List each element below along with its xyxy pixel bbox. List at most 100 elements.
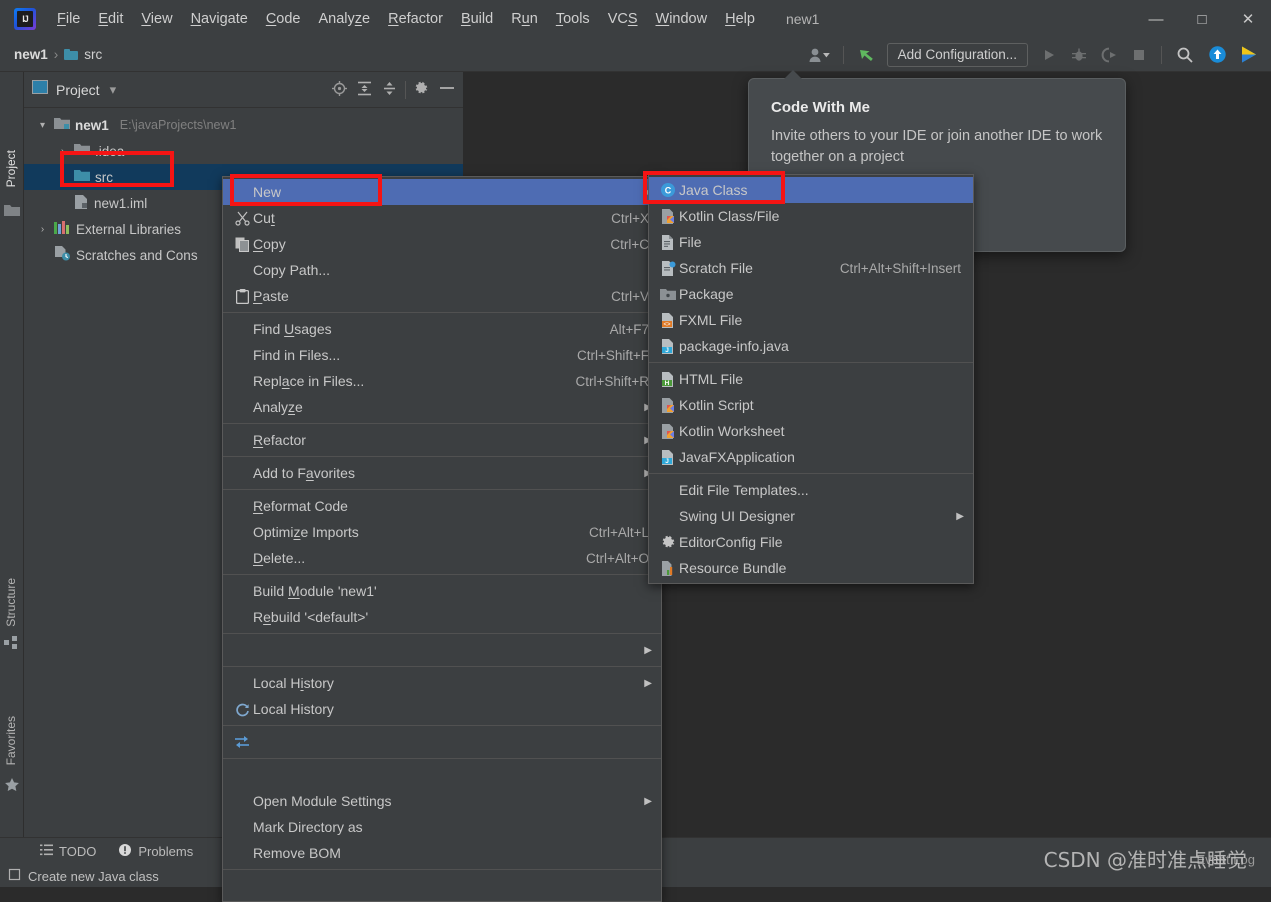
menu-item-delete[interactable]: Delete... Ctrl+Alt+O bbox=[223, 545, 661, 571]
menu-item-new[interactable]: New ▶ bbox=[223, 179, 661, 205]
menu-item-replace-in-files[interactable]: Replace in Files... Ctrl+Shift+R bbox=[223, 368, 661, 394]
gear-icon bbox=[657, 535, 679, 550]
menu-item-copy[interactable]: Copy Ctrl+C bbox=[223, 231, 661, 257]
submenu-item-kotlin-class-file[interactable]: Kotlin Class/File bbox=[649, 203, 973, 229]
menu-item-reformat-code[interactable]: Reformat Code bbox=[223, 493, 661, 519]
menu-item-build-module[interactable]: Build Module 'new1' bbox=[223, 578, 661, 604]
breadcrumb-project[interactable]: new1 bbox=[14, 47, 48, 62]
submenu-item-file[interactable]: File bbox=[649, 229, 973, 255]
debug-icon[interactable] bbox=[1064, 42, 1094, 68]
menu-edit[interactable]: Edit bbox=[89, 8, 132, 30]
menu-item-analyze[interactable]: Analyze ▶ bbox=[223, 394, 661, 420]
breadcrumb-src[interactable]: src bbox=[84, 47, 102, 62]
menu-item-optimize-imports[interactable]: Optimize Imports Ctrl+Alt+L bbox=[223, 519, 661, 545]
collapse-all-icon[interactable] bbox=[382, 81, 397, 99]
chevron-down-icon[interactable]: ▾ bbox=[36, 120, 49, 131]
menu-build[interactable]: Build bbox=[452, 8, 502, 30]
menu-refactor[interactable]: Refactor bbox=[379, 8, 452, 30]
kotlin-file-icon bbox=[657, 208, 679, 224]
add-configuration-button[interactable]: Add Configuration... bbox=[886, 42, 1028, 67]
submenu-item-kotlin-script[interactable]: Kotlin Script bbox=[649, 392, 973, 418]
submenu-item-resource-bundle[interactable]: Resource Bundle bbox=[649, 555, 973, 581]
status-tab-problems[interactable]: Problems bbox=[118, 843, 193, 860]
run-icon[interactable] bbox=[1034, 42, 1064, 68]
menu-run[interactable]: Run bbox=[502, 8, 547, 30]
search-icon[interactable] bbox=[1169, 42, 1201, 68]
settings-gear-icon[interactable] bbox=[414, 81, 429, 99]
menu-file[interactable]: File bbox=[48, 8, 89, 30]
iml-file-icon bbox=[74, 194, 89, 212]
submenu-arrow-icon-open-in: ▶ bbox=[644, 644, 652, 656]
chevron-right-icon[interactable]: › bbox=[56, 146, 69, 157]
chevron-down-icon[interactable]: ▾ bbox=[110, 82, 117, 98]
tool-window-tab-favorites[interactable]: Favorites bbox=[4, 716, 18, 765]
menu-tools[interactable]: Tools bbox=[547, 8, 599, 30]
project-folder-icon bbox=[4, 204, 20, 220]
scratch-file-icon bbox=[657, 260, 679, 276]
updates-arrow-icon[interactable] bbox=[851, 42, 881, 68]
menu-item-copy-path[interactable]: Copy Path... bbox=[223, 257, 661, 283]
stop-icon[interactable] bbox=[1124, 42, 1154, 68]
menu-navigate[interactable]: Navigate bbox=[182, 8, 257, 30]
submenu-item-editorconfig-file[interactable]: EditorConfig File bbox=[649, 529, 973, 555]
menu-item-open-module-settings[interactable] bbox=[223, 762, 661, 788]
menu-item-add-bom[interactable]: Remove BOM bbox=[223, 840, 661, 866]
menu-item-compare-with[interactable] bbox=[223, 729, 661, 755]
locate-icon[interactable] bbox=[332, 80, 347, 99]
submenu-item-package[interactable]: Package bbox=[649, 281, 973, 307]
menu-separator-7 bbox=[223, 666, 661, 667]
submenu-item-swing-ui-designer[interactable]: Swing UI Designer ▶ bbox=[649, 503, 973, 529]
menu-item-local-history[interactable]: Local History ▶ bbox=[223, 670, 661, 696]
close-button[interactable]: ✕ bbox=[1225, 0, 1271, 38]
menu-item-refactor[interactable]: Refactor ▶ bbox=[223, 427, 661, 453]
submenu-item-html-file[interactable]: H HTML File bbox=[649, 366, 973, 392]
submenu-item-scratch-file[interactable]: Scratch File Ctrl+Alt+Shift+Insert bbox=[649, 255, 973, 281]
menu-item-find-usages[interactable]: Find Usages Alt+F7 bbox=[223, 316, 661, 342]
minimize-button[interactable]: — bbox=[1133, 0, 1179, 38]
menu-item-convert-java-to-kotlin[interactable] bbox=[223, 873, 661, 899]
svg-text:<>: <> bbox=[663, 322, 671, 328]
menu-vcs[interactable]: VCS bbox=[599, 8, 647, 30]
menu-analyze[interactable]: Analyze bbox=[310, 8, 380, 30]
ide-features-trainer-icon[interactable] bbox=[1233, 42, 1265, 68]
expand-all-icon[interactable] bbox=[357, 81, 372, 99]
maximize-button[interactable]: □ bbox=[1179, 0, 1225, 38]
chevron-right-icon-2[interactable]: › bbox=[36, 224, 49, 235]
menu-item-reload-from-disk[interactable]: Local History bbox=[223, 696, 661, 722]
tool-window-tab-structure[interactable]: Structure bbox=[4, 578, 18, 627]
kotlin-worksheet-icon bbox=[657, 423, 679, 439]
code-with-me-description: Invite others to your IDE or join anothe… bbox=[771, 128, 1103, 166]
code-with-me-icon[interactable] bbox=[802, 42, 836, 68]
menu-view[interactable]: View bbox=[132, 8, 181, 30]
tree-row-new1[interactable]: ▾ new1 E:\javaProjects\new1 bbox=[24, 112, 463, 138]
menu-item-mark-directory-as[interactable]: Open Module Settings ▶ bbox=[223, 788, 661, 814]
folder-icon bbox=[64, 49, 79, 60]
menu-item-add-to-favorites[interactable]: Add to Favorites ▶ bbox=[223, 460, 661, 486]
update-project-icon[interactable] bbox=[1201, 42, 1233, 68]
menu-item-open-in[interactable]: ▶ bbox=[223, 637, 661, 663]
menu-item-cut-label: Cut bbox=[253, 210, 275, 226]
status-tab-todo[interactable]: TODO bbox=[40, 844, 96, 859]
submenu-item-fxml-file[interactable]: <> FXML File bbox=[649, 307, 973, 333]
submenu-item-kotlin-worksheet[interactable]: Kotlin Worksheet bbox=[649, 418, 973, 444]
package-icon bbox=[657, 288, 679, 301]
tool-window-tab-project[interactable]: Project bbox=[4, 150, 18, 187]
run-with-coverage-icon[interactable] bbox=[1094, 42, 1124, 68]
svg-text:J: J bbox=[665, 347, 669, 354]
menu-item-new-label: New bbox=[253, 184, 282, 200]
submenu-item-package-info[interactable]: J package-info.java bbox=[649, 333, 973, 359]
hide-panel-icon[interactable] bbox=[439, 81, 455, 98]
menu-item-rebuild[interactable]: Rebuild '<default>' bbox=[223, 604, 661, 630]
menu-code[interactable]: Code bbox=[257, 8, 310, 30]
menu-item-remove-bom[interactable]: Mark Directory as bbox=[223, 814, 661, 840]
menu-window[interactable]: Window bbox=[647, 8, 717, 30]
menu-item-cut[interactable]: Cut Ctrl+X bbox=[223, 205, 661, 231]
menu-help[interactable]: Help bbox=[716, 8, 764, 30]
submenu-item-edit-file-templates[interactable]: Edit File Templates... bbox=[649, 477, 973, 503]
submenu-item-javafx-application[interactable]: J JavaFXApplication bbox=[649, 444, 973, 470]
submenu-item-java-class[interactable]: C Java Class bbox=[649, 177, 973, 203]
menu-item-find-in-files[interactable]: Find in Files... Ctrl+Shift+F bbox=[223, 342, 661, 368]
tree-row-idea[interactable]: › .idea bbox=[24, 138, 463, 164]
menu-item-paste[interactable]: Paste Ctrl+V bbox=[223, 283, 661, 309]
libraries-icon bbox=[54, 220, 71, 238]
